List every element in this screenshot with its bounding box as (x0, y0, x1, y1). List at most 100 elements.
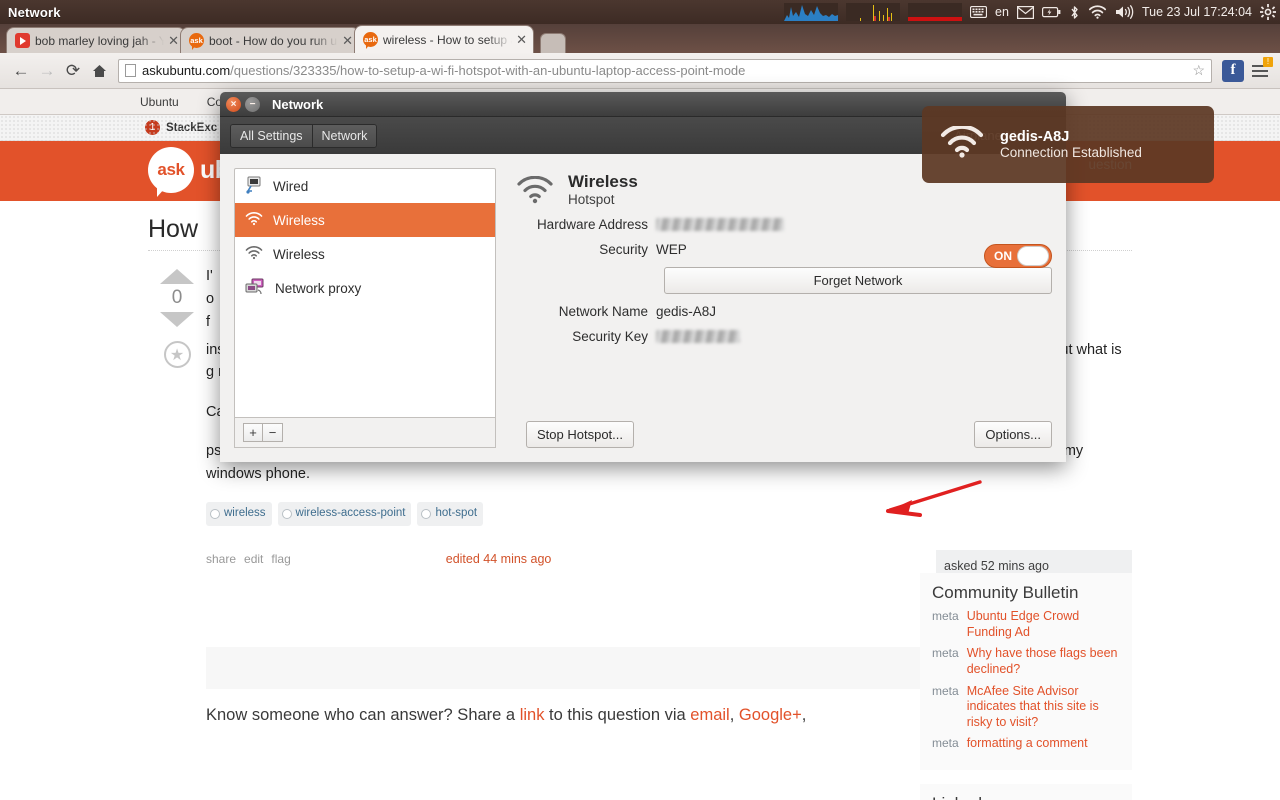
tag-label: wireless (224, 507, 266, 520)
bulletin-item: meta McAfee Site Advisor indicates that … (932, 684, 1120, 731)
tab-close-icon[interactable]: ✕ (168, 33, 179, 49)
bookmark-star-icon[interactable]: ☆ (1192, 62, 1205, 79)
mail-icon[interactable] (1016, 5, 1034, 19)
minimize-icon[interactable]: − (245, 96, 260, 112)
redacted-value (656, 330, 740, 343)
field-label: Network Name (558, 304, 648, 319)
clock-label[interactable]: Tue 23 Jul 17:24:04 (1142, 5, 1252, 19)
dialog-title: Network (272, 96, 324, 112)
disk-graph-icon[interactable] (908, 3, 963, 21)
volume-icon[interactable] (1115, 5, 1134, 19)
favorite-star-icon[interactable]: ★ (163, 341, 191, 368)
downvote-icon[interactable] (160, 312, 194, 327)
edited-timestamp[interactable]: edited 44 mins ago (446, 550, 552, 569)
sidebar-item-wireless[interactable]: Wireless (235, 237, 495, 271)
bulletin-link[interactable]: Why have those flags been declined? (967, 646, 1120, 677)
field-value: WEP (656, 242, 687, 257)
sidebar-item-network-proxy[interactable]: Network proxy (235, 271, 495, 305)
notification-message: Connection Established (1000, 145, 1142, 160)
stop-hotspot-button[interactable]: Stop Hotspot... (526, 421, 634, 448)
sidebar-item-wired[interactable]: Wired (235, 169, 495, 203)
tag-item[interactable]: hot-spot (417, 502, 484, 527)
edit-link[interactable]: edit (244, 550, 263, 569)
field-network-name: Network Name gedis-A8J (516, 304, 1052, 319)
page-info-icon[interactable] (125, 64, 136, 77)
home-button[interactable] (86, 58, 112, 84)
flag-link[interactable]: flag (271, 550, 290, 569)
back-button[interactable]: ← (8, 58, 34, 84)
bulletin-item: meta formatting a comment (932, 736, 1120, 752)
bulletin-link[interactable]: formatting a comment (967, 736, 1088, 752)
tag-item[interactable]: wireless-access-point (277, 502, 412, 527)
forget-network-button[interactable]: Forget Network (664, 267, 1052, 294)
network-list-panel: Wired Wireless Wireless Network proxy + … (234, 168, 496, 448)
close-icon[interactable]: × (226, 96, 241, 112)
network-proxy-icon (245, 278, 265, 299)
community-bulletin-card: Community Bulletin meta Ubuntu Edge Crow… (920, 573, 1132, 770)
system-tray: en Tue 23 Jul 17:24:04 (780, 0, 1280, 24)
share-prompt-suffix: , (801, 706, 807, 725)
wifi-icon[interactable] (1088, 5, 1107, 19)
bulletin-site-label: meta (932, 646, 959, 661)
reload-button[interactable]: ⟳ (60, 58, 86, 84)
share-link[interactable]: share (206, 550, 236, 569)
url-host: askubuntu.com (142, 63, 231, 78)
bulletin-link[interactable]: Ubuntu Edge Crowd Funding Ad (967, 609, 1120, 640)
browser-tab-1[interactable]: bob marley loving jah - Yo ✕ (6, 27, 186, 53)
sidebar-item-label: Wireless (273, 246, 325, 262)
wireless-toggle[interactable]: ON (984, 244, 1052, 268)
field-label: Security Key (572, 329, 648, 344)
options-button[interactable]: Options... (974, 421, 1052, 448)
share-prompt-prefix: Know someone who can answer? Share a (206, 706, 520, 725)
upvote-icon[interactable] (160, 269, 194, 284)
wifi-icon (940, 124, 984, 163)
bluetooth-icon[interactable] (1069, 5, 1080, 20)
unity-top-panel: Network en Tue 23 Jul 17:24:04 (0, 0, 1280, 24)
share-googleplus-anchor[interactable]: Google+ (739, 706, 802, 724)
vote-count: 0 (171, 287, 183, 308)
keyboard-icon[interactable] (970, 6, 988, 18)
address-bar[interactable]: askubuntu.com /questions/323335/how-to-s… (118, 58, 1212, 83)
tab-close-icon[interactable]: ✕ (342, 33, 353, 49)
network-notification-bubble: gedis-A8J Connection Established (922, 106, 1214, 183)
all-settings-button[interactable]: All Settings (231, 124, 313, 147)
facebook-extension-icon[interactable]: f (1222, 59, 1244, 82)
keyboard-layout-label[interactable]: en (995, 5, 1009, 19)
url-path: /questions/323335/how-to-setup-a-wi-fi-h… (230, 63, 746, 78)
sidebar-item-wireless-selected[interactable]: Wireless (235, 203, 495, 237)
new-tab-button[interactable] (540, 33, 566, 53)
menu-update-badge: ! (1263, 56, 1273, 67)
field-value: gedis-A8J (656, 304, 717, 319)
bulletin-site-label: meta (932, 609, 959, 623)
tag-item[interactable]: wireless (206, 502, 272, 527)
tab-close-icon[interactable]: ✕ (516, 32, 527, 48)
wifi-icon (245, 245, 263, 263)
gear-icon[interactable] (1260, 4, 1276, 20)
sidebar-item-label: Wireless (273, 212, 325, 228)
network-breadcrumb-button[interactable]: Network (312, 124, 377, 147)
browser-tab-2[interactable]: ask boot - How do you run up ✕ (180, 27, 360, 53)
network-graph-icon[interactable] (846, 3, 901, 21)
bulletin-link[interactable]: McAfee Site Advisor indicates that this … (967, 684, 1120, 731)
tab-title: boot - How do you run up (209, 33, 339, 48)
browser-toolbar: ← → ⟳ askubuntu.com /questions/323335/ho… (0, 53, 1280, 89)
cpu-graph-icon[interactable] (784, 3, 839, 21)
detail-subheading: Hotspot (568, 192, 615, 207)
logo-bubble-text: ask (157, 160, 185, 179)
bookmark-item-ubuntu[interactable]: Ubuntu (140, 95, 179, 109)
site-logo[interactable]: ask ub (148, 147, 230, 197)
forward-button[interactable]: → (34, 58, 60, 84)
bulletin-item: meta Ubuntu Edge Crowd Funding Ad (932, 609, 1120, 640)
field-security-key: Security Key (516, 329, 1052, 344)
share-email-anchor[interactable]: email (690, 706, 729, 724)
network-list: Wired Wireless Wireless Network proxy (234, 168, 496, 418)
detail-header-text: Wireless Hotspot (568, 172, 638, 207)
chrome-menu-button[interactable]: ! (1248, 56, 1273, 83)
share-link-anchor[interactable]: link (520, 706, 545, 724)
youtube-icon (15, 33, 30, 48)
battery-icon[interactable] (1041, 6, 1061, 18)
field-hardware-address: Hardware Address (516, 217, 1052, 232)
tag-bullet-icon (421, 509, 432, 520)
tab-strip: bob marley loving jah - Yo ✕ ask boot - … (0, 24, 1280, 53)
browser-tab-3[interactable]: ask wireless - How to setup a ✕ (354, 25, 534, 53)
